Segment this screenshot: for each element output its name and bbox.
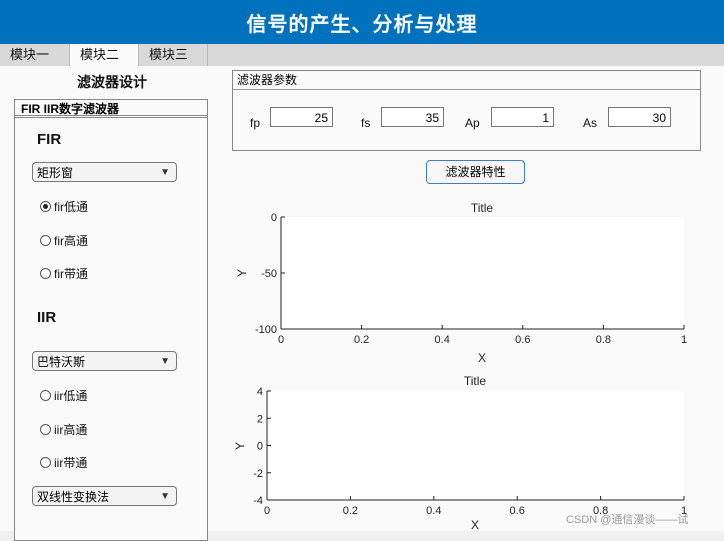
param-label-fs: fs (361, 116, 371, 130)
iir-heading: IIR (37, 309, 57, 326)
y-tick-label: -2 (253, 468, 263, 480)
watermark: CSDN @通信漫谈——试 (566, 514, 689, 526)
plot-area (267, 391, 684, 500)
param-input-ap[interactable]: 1 (491, 107, 554, 127)
group-title: FIR IIR数字滤波器 (15, 100, 207, 118)
chevron-down-icon: ▼ (160, 491, 170, 502)
x-tick-label: 0.8 (596, 334, 611, 346)
tab-module-1[interactable]: 模块一 (0, 44, 70, 66)
dropdown-value: 矩形窗 (37, 166, 74, 180)
tab-label: 模块三 (149, 47, 189, 62)
y-tick-label: 4 (257, 386, 263, 398)
iir-type-dropdown[interactable]: 巴特沃斯 ▼ (32, 351, 177, 371)
chart-title: Title (464, 374, 487, 388)
iir-transform-dropdown[interactable]: 双线性变换法 ▼ (32, 486, 177, 506)
radio-label: fir带通 (54, 266, 88, 281)
tab-module-2[interactable]: 模块二 (70, 44, 139, 67)
radio-iir-bandpass[interactable]: iir带通 (40, 454, 87, 470)
tab-bar: 模块一 模块二 模块三 (0, 44, 724, 67)
radio-selected-icon (40, 200, 51, 212)
fir-window-dropdown[interactable]: 矩形窗 ▼ (32, 162, 177, 182)
x-tick-label: 0.2 (343, 505, 358, 517)
radio-icon (40, 267, 51, 279)
app-title-bar: 信号的产生、分析与处理 (0, 0, 724, 44)
param-input-as[interactable]: 30 (608, 107, 671, 127)
y-tick-label: 0 (257, 441, 263, 453)
radio-fir-lowpass[interactable]: fir低通 (40, 198, 88, 214)
filter-group-panel: FIR IIR数字滤波器 FIR 矩形窗 ▼ fir低通 fir高通 fir带通… (14, 99, 208, 541)
y-tick-label: -4 (253, 495, 263, 507)
x-tick-label: 1 (681, 334, 687, 346)
filter-characteristics-button[interactable]: 滤波器特性 (426, 160, 525, 184)
x-axis-label: X (478, 351, 486, 365)
y-tick-label: -50 (261, 268, 277, 280)
param-label-fp: fp (250, 116, 261, 130)
radio-label: fir高通 (54, 233, 88, 248)
chevron-down-icon: ▼ (160, 167, 170, 178)
radio-icon (40, 234, 51, 246)
x-tick-label: 0 (278, 334, 284, 346)
radio-label: fir低通 (54, 199, 88, 214)
x-tick-label: 0.4 (426, 505, 441, 517)
x-tick-label: 0.6 (510, 505, 525, 517)
x-axis-label: X (471, 518, 479, 531)
radio-label: iir带通 (54, 455, 88, 470)
radio-icon (40, 456, 51, 468)
y-tick-label: 2 (257, 413, 263, 425)
x-tick-label: 0.6 (515, 334, 530, 346)
param-input-fs[interactable]: 35 (381, 107, 444, 127)
radio-iir-highpass[interactable]: iir高通 (40, 421, 87, 437)
radio-icon (40, 423, 51, 435)
radio-label: iir高通 (54, 422, 88, 437)
param-input-fp[interactable]: 25 (270, 107, 333, 127)
x-tick-label: 0 (264, 505, 270, 517)
radio-iir-lowpass[interactable]: iir低通 (40, 387, 87, 403)
radio-icon (40, 389, 51, 401)
radio-fir-bandpass[interactable]: fir带通 (40, 265, 88, 281)
chevron-down-icon: ▼ (160, 356, 170, 367)
dropdown-value: 双线性变换法 (37, 490, 110, 504)
tab-module-3[interactable]: 模块三 (139, 44, 208, 66)
filter-params-panel: 滤波器参数 fp 25 fs 35 Ap 1 As 30 (232, 70, 701, 151)
param-label-as: As (583, 116, 598, 130)
radio-fir-highpass[interactable]: fir高通 (40, 232, 88, 248)
phase-chart: Title X Y 0 0.2 0.4 0.6 0.8 1420-2-4 (233, 374, 687, 531)
fir-heading: FIR (37, 131, 62, 148)
y-axis-label: Y (233, 442, 247, 450)
param-label-ap: Ap (465, 116, 480, 130)
tab-label: 模块一 (10, 47, 50, 62)
app-title: 信号的产生、分析与处理 (246, 13, 478, 36)
y-axis-label: Y (235, 269, 249, 277)
radio-label: iir低通 (54, 388, 88, 403)
chart-title: Title (471, 201, 494, 215)
y-tick-label: 0 (271, 212, 277, 224)
dropdown-value: 巴特沃斯 (37, 355, 86, 369)
plot-area (281, 217, 684, 329)
x-tick-label: 0.2 (354, 334, 369, 346)
magnitude-chart: Title X Y 0 0.2 0.4 0.6 0.8 1 0 -50 -100 (235, 201, 687, 365)
y-tick-label: -100 (255, 324, 277, 336)
x-tick-label: 0.4 (435, 334, 450, 346)
params-title: 滤波器参数 (233, 71, 700, 90)
panel-title: 滤波器设计 (77, 74, 147, 90)
tab-label: 模块二 (80, 47, 120, 62)
tab-content: 滤波器设计 FIR IIR数字滤波器 FIR 矩形窗 ▼ fir低通 fir高通… (0, 66, 724, 541)
